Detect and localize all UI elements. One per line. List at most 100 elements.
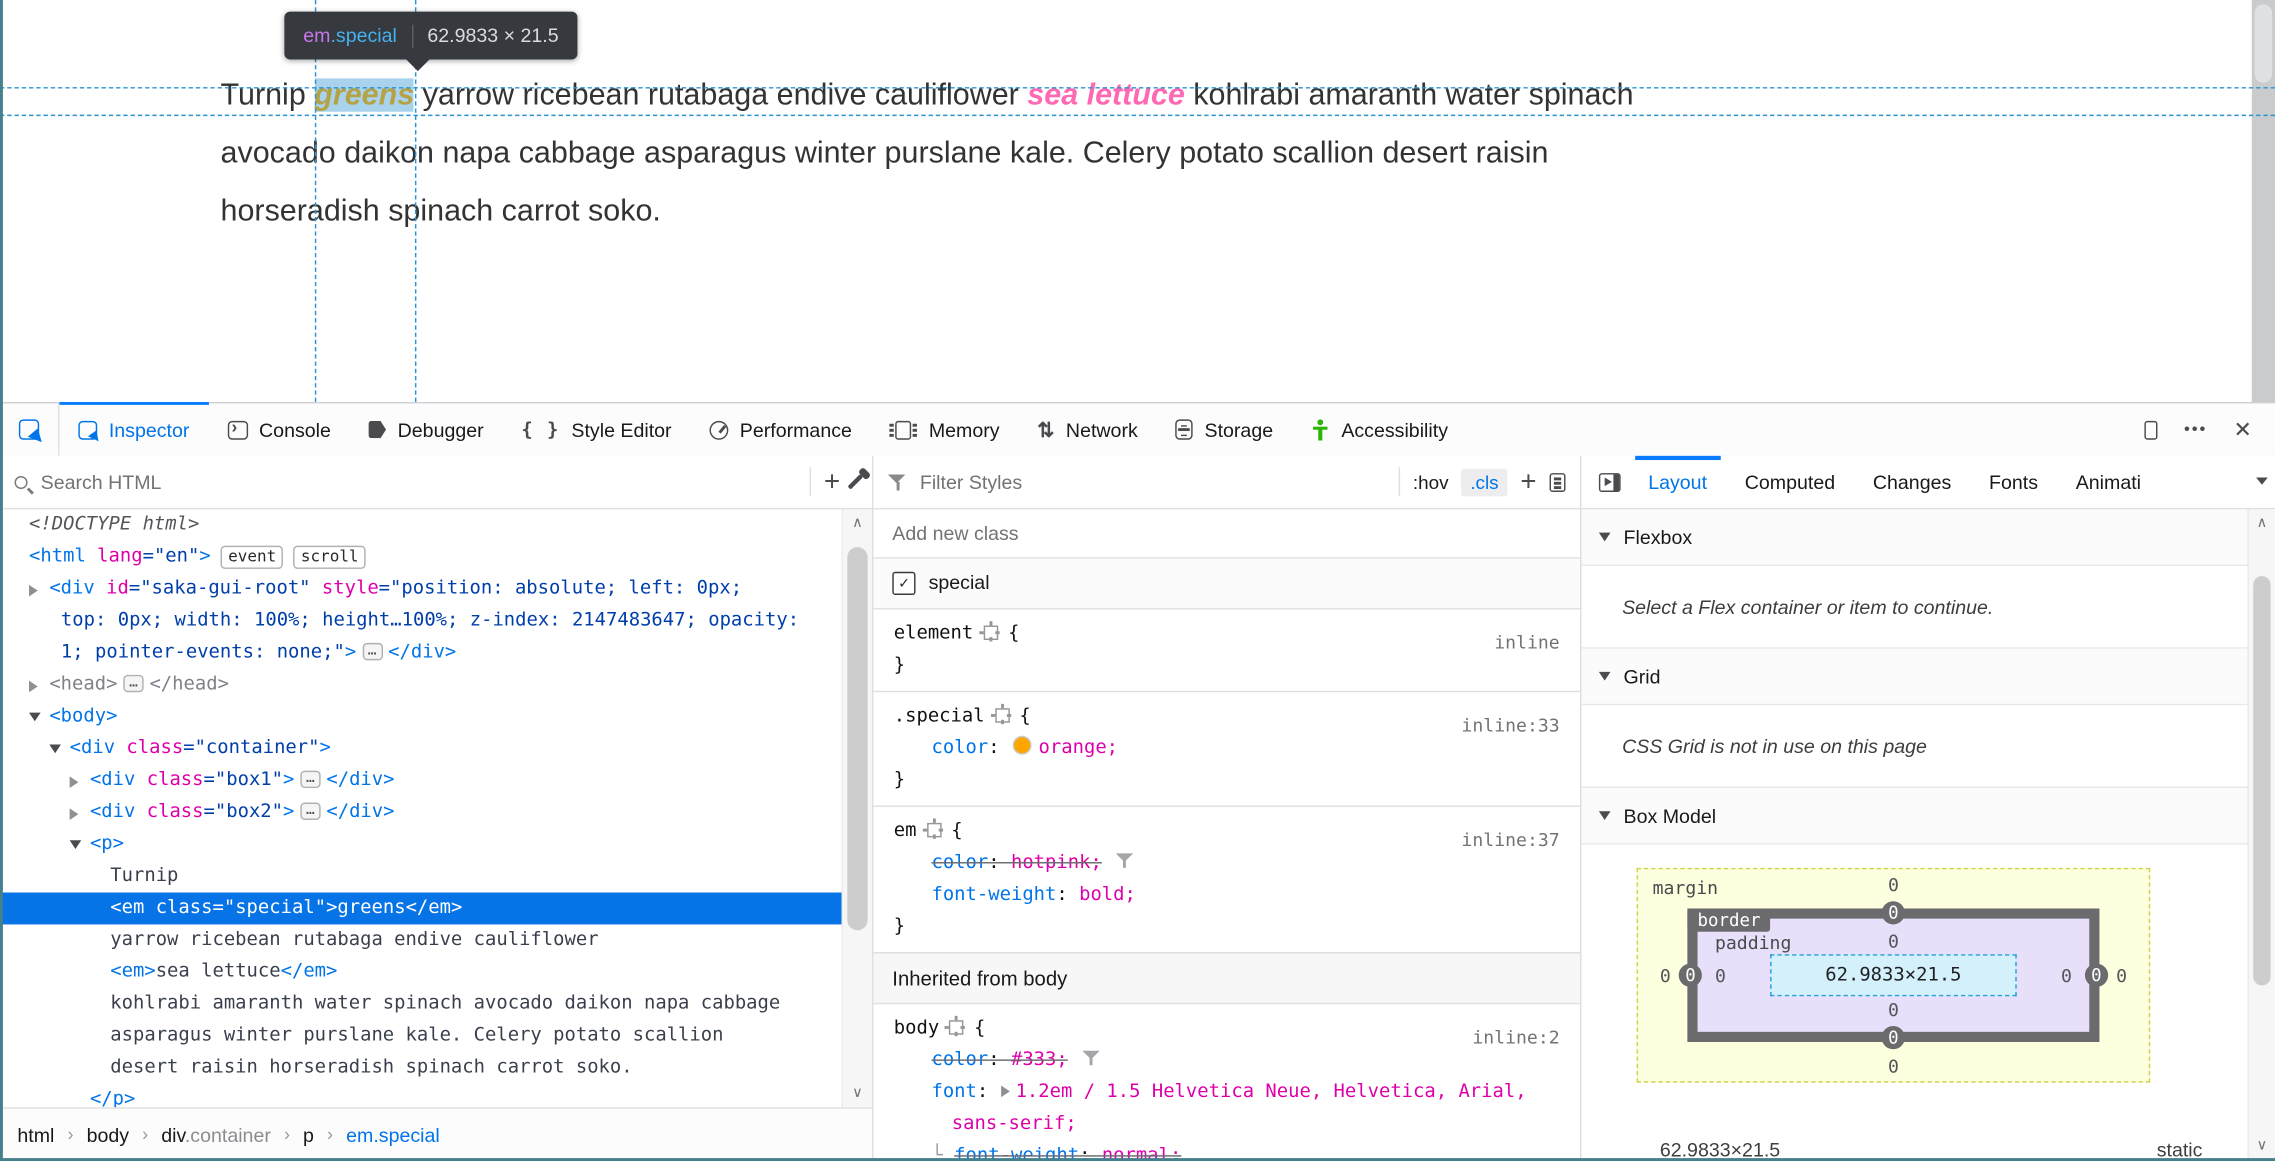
breadcrumb-item[interactable]: em.special xyxy=(346,1124,440,1146)
sidebar-toggle-icon[interactable] xyxy=(1598,472,1621,492)
tab-inspector[interactable]: Inspector xyxy=(59,401,208,455)
selector-target-icon[interactable] xyxy=(990,703,1010,723)
sidebar-tab-computed[interactable]: Computed xyxy=(1726,456,1854,508)
property-name[interactable]: font xyxy=(931,1081,976,1103)
breadcrumb-item[interactable]: body xyxy=(87,1124,129,1146)
markup-line[interactable]: desert raisin horseradish spinach carrot… xyxy=(0,1052,843,1084)
collapsed-children-badge[interactable]: … xyxy=(361,642,383,661)
overridden-filter-icon[interactable] xyxy=(1116,853,1134,869)
selector-target-icon[interactable] xyxy=(922,818,942,838)
pseudo-class-toggle[interactable]: :hov xyxy=(1413,471,1449,493)
box-model-content-box[interactable]: 62.9833×21.5 xyxy=(1770,954,2017,997)
margin-top-value[interactable]: 0 xyxy=(1888,874,1899,896)
property-name[interactable]: color xyxy=(931,852,988,874)
border-bottom-value[interactable]: 0 xyxy=(1881,1026,1906,1050)
property-value[interactable]: orange; xyxy=(1039,737,1119,759)
box-model-margin-box[interactable]: margin 0 0 0 0 border padding 0 0 0 0 0 xyxy=(1636,867,2151,1083)
twisty-icon[interactable] xyxy=(29,680,38,693)
twisty-icon[interactable] xyxy=(49,744,61,754)
padding-right-value[interactable]: 0 xyxy=(2061,964,2072,986)
markup-line[interactable]: </p> xyxy=(0,1084,843,1108)
grid-section-header[interactable]: Grid xyxy=(1581,648,2249,706)
markup-line[interactable]: <em class="special">greens</em> xyxy=(0,892,843,925)
rule-selector[interactable]: .special xyxy=(894,705,985,727)
class-checkbox[interactable]: ✓ xyxy=(892,571,916,596)
eyedropper-icon[interactable] xyxy=(847,474,863,490)
box-model-border-box[interactable]: border padding 0 0 0 0 0 0 0 0 62.9833×2… xyxy=(1678,901,2109,1050)
rule-selector[interactable]: em xyxy=(894,820,917,842)
markup-line[interactable]: <em>sea lettuce</em> xyxy=(0,956,843,988)
scroll-down-icon[interactable]: ∨ xyxy=(2249,1139,2275,1154)
border-right-value[interactable]: 0 xyxy=(2084,963,2109,987)
sidebar-tab-fonts[interactable]: Fonts xyxy=(1970,456,2057,508)
layout-scrollbar-thumb[interactable] xyxy=(2253,576,2271,986)
overridden-filter-icon[interactable] xyxy=(1082,1050,1100,1067)
rule-selector-line[interactable]: .special{inline:33 xyxy=(873,701,1580,736)
markup-line[interactable]: asparagus winter purslane kale. Celery p… xyxy=(0,1020,843,1052)
breadcrumb-item[interactable]: p xyxy=(303,1124,314,1146)
tab-accessibility[interactable]: Accessibility xyxy=(1292,403,1467,455)
property-value[interactable]: #333; xyxy=(1011,1049,1068,1071)
markup-line[interactable]: <div class="container"> xyxy=(0,733,843,765)
margin-left-value[interactable]: 0 xyxy=(1660,964,1671,986)
markup-line[interactable]: <head> … </head> xyxy=(0,669,843,701)
css-declaration[interactable]: font-weight: bold; xyxy=(873,879,1580,911)
tab-memory[interactable]: Memory xyxy=(871,403,1019,455)
add-class-input[interactable]: Add new class xyxy=(892,517,1018,549)
scroll-up-icon[interactable]: ∧ xyxy=(843,516,872,532)
add-rule-button[interactable]: + xyxy=(1520,468,1536,496)
property-name[interactable]: font-weight xyxy=(931,884,1056,906)
meatball-menu-icon[interactable]: ••• xyxy=(2184,421,2207,438)
node-badge[interactable]: scroll xyxy=(293,545,366,569)
margin-right-value[interactable]: 0 xyxy=(2116,964,2127,986)
markup-line[interactable]: <html lang="en"> event scroll xyxy=(0,541,843,573)
expand-icon[interactable] xyxy=(1001,1085,1010,1098)
markup-line[interactable]: <div class="box2"> … </div> xyxy=(0,797,843,829)
markup-line[interactable]: <!DOCTYPE html> xyxy=(0,509,843,541)
sidebar-tab-changes[interactable]: Changes xyxy=(1854,456,1970,508)
tab-performance[interactable]: Performance xyxy=(690,403,870,455)
filter-styles-input[interactable]: Filter Styles xyxy=(920,471,1022,493)
collapsed-children-badge[interactable]: … xyxy=(300,770,321,789)
border-top-value[interactable]: 0 xyxy=(1881,901,1906,925)
print-simulation-icon[interactable] xyxy=(1549,472,1566,492)
rule-selector-line[interactable]: body{inline:2 xyxy=(873,1013,1580,1048)
page-scrollbar[interactable] xyxy=(2251,0,2275,402)
markup-line[interactable]: <p> xyxy=(0,829,843,861)
rule-selector[interactable]: body xyxy=(894,1017,939,1039)
collapsed-children-badge[interactable]: … xyxy=(300,802,321,820)
margin-bottom-value[interactable]: 0 xyxy=(1888,1055,1899,1077)
markup-line[interactable]: yarrow ricebean rutabaga endive cauliflo… xyxy=(0,924,843,956)
property-name[interactable]: color xyxy=(931,737,988,759)
markup-scrollbar-thumb[interactable] xyxy=(847,547,868,931)
all-tabs-dropdown-icon[interactable] xyxy=(2256,477,2268,485)
tab-style-editor[interactable]: { } Style Editor xyxy=(503,403,691,455)
markup-line[interactable]: Turnip xyxy=(0,861,843,893)
tab-network[interactable]: ⇅ Network xyxy=(1018,403,1156,455)
rule-selector-line[interactable]: em{inline:37 xyxy=(873,816,1580,850)
page-scrollbar-thumb[interactable] xyxy=(2254,4,2273,83)
padding-left-value[interactable]: 0 xyxy=(1715,964,1726,986)
padding-bottom-value[interactable]: 0 xyxy=(1888,998,1899,1020)
css-declaration[interactable]: color: #333; xyxy=(873,1045,1580,1077)
sidebar-tab-animati[interactable]: Animati xyxy=(2057,456,2160,508)
property-value[interactable]: 1.2em / 1.5 Helvetica Neue, Helvetica, A… xyxy=(1016,1081,1527,1103)
property-value[interactable]: hotpink; xyxy=(1011,852,1102,874)
rule-selector[interactable]: element xyxy=(894,623,974,645)
markup-line[interactable]: 1; pointer-events: none;">… </div> xyxy=(0,637,843,669)
close-devtools-icon[interactable]: ✕ xyxy=(2234,417,2252,443)
twisty-icon[interactable] xyxy=(69,808,79,820)
pick-element-button[interactable] xyxy=(0,403,60,456)
tab-storage[interactable]: Storage xyxy=(1157,403,1292,455)
scroll-down-icon[interactable]: ∨ xyxy=(843,1086,872,1102)
node-badge[interactable]: event xyxy=(220,545,284,569)
rule-selector-line[interactable]: element{inline xyxy=(873,618,1580,653)
add-class-row[interactable]: Add new class xyxy=(873,509,1581,559)
markup-scrollbar[interactable]: ∧ ∨ xyxy=(841,509,872,1109)
flexbox-section-header[interactable]: Flexbox xyxy=(1581,509,2249,566)
twisty-icon[interactable] xyxy=(69,776,79,789)
breadcrumb-item[interactable]: div.container xyxy=(161,1124,271,1146)
property-name[interactable]: color xyxy=(931,1049,988,1071)
class-panel-toggle[interactable]: .cls xyxy=(1461,468,1508,496)
twisty-icon[interactable] xyxy=(29,712,41,722)
